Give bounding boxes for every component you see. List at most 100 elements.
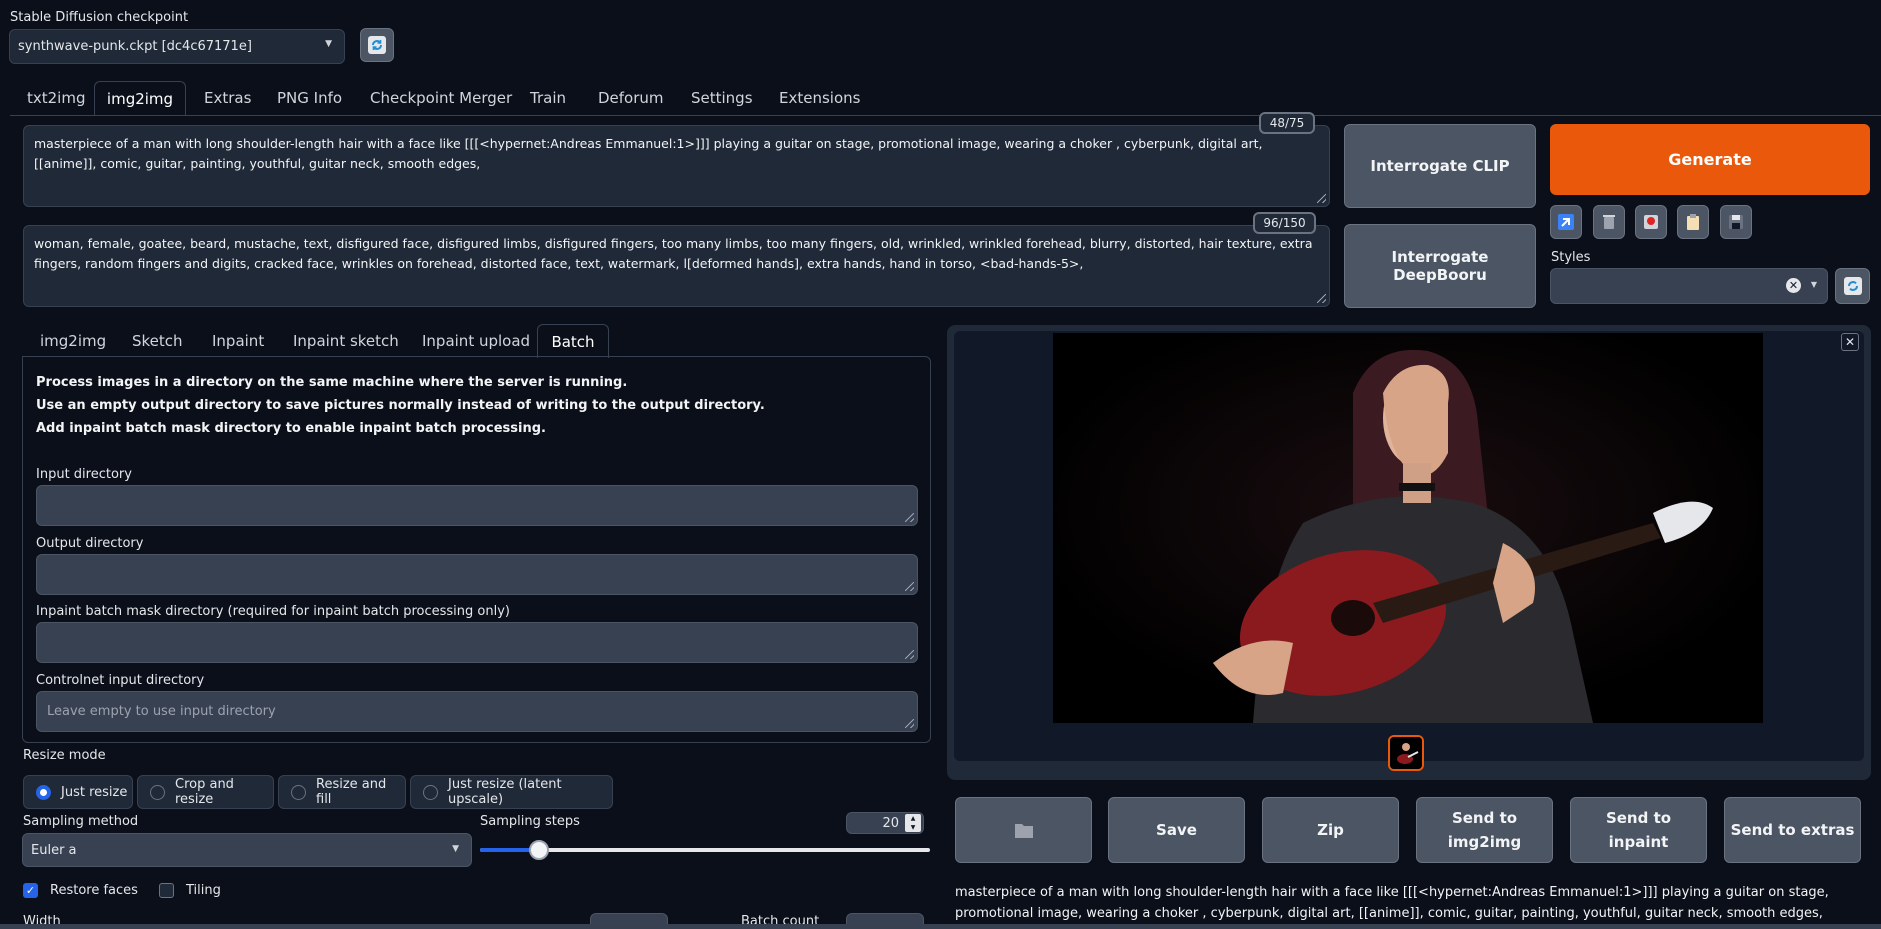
tab-checkpoint-merger[interactable]: Checkpoint Merger <box>370 81 512 115</box>
controlnet-directory-field[interactable]: Leave empty to use input directory <box>36 691 918 732</box>
prompt-textarea[interactable]: masterpiece of a man with long shoulder-… <box>23 125 1330 207</box>
resize-mode-label: Resize mode <box>23 748 106 763</box>
resize-grip-icon[interactable] <box>905 650 914 659</box>
prompt-token-counter: 48/75 <box>1259 112 1315 134</box>
open-folder-button[interactable] <box>955 797 1092 863</box>
sampling-steps-number[interactable]: 20 ▲ ▼ <box>846 812 924 834</box>
radio-crop-and-resize[interactable]: Crop and resize <box>137 775 274 809</box>
tab-inpaint[interactable]: Inpaint <box>212 324 264 358</box>
tab-extras[interactable]: Extras <box>204 81 251 115</box>
refresh-checkpoint-button[interactable] <box>360 28 394 62</box>
send-to-extras-button[interactable]: Send to extras <box>1724 797 1861 863</box>
radio-dot <box>423 784 438 800</box>
negative-token-counter: 96/150 <box>1253 212 1316 234</box>
close-icon[interactable]: ✕ <box>1841 333 1859 351</box>
tab-extensions[interactable]: Extensions <box>779 81 860 115</box>
output-directory-label: Output directory <box>36 536 144 551</box>
tab-inpaint-upload[interactable]: Inpaint upload <box>422 324 530 358</box>
generated-image[interactable] <box>1053 333 1763 723</box>
styles-dropdown[interactable]: ✕ ▼ <box>1550 268 1828 304</box>
radio-dot <box>150 784 165 800</box>
refresh-styles-button[interactable] <box>1835 268 1870 304</box>
styles-label: Styles <box>1551 250 1591 265</box>
input-directory-label: Input directory <box>36 467 132 482</box>
radio-resize-and-fill[interactable]: Resize and fill <box>278 775 406 809</box>
batch-info-line: Add inpaint batch mask directory to enab… <box>36 421 546 436</box>
img2img-subtabbar: img2img Sketch Inpaint Inpaint sketch In… <box>22 324 932 358</box>
restore-faces-label: Restore faces <box>50 883 138 898</box>
stepper-arrows-icon[interactable]: ▲ ▼ <box>905 814 921 832</box>
tiling-checkbox[interactable]: Tiling <box>159 883 221 898</box>
checkpoint-dropdown[interactable]: synthwave-punk.ckpt [dc4c67171e] ▼ <box>9 29 345 64</box>
tabbar-divider <box>10 115 1881 116</box>
gallery-thumbnail[interactable] <box>1388 735 1424 771</box>
checkbox-box <box>159 883 174 898</box>
checkpoint-label: Stable Diffusion checkpoint <box>10 10 189 25</box>
generated-image-art <box>1053 333 1763 723</box>
sampling-method-value: Euler a <box>31 843 77 858</box>
send-to-img2img-button[interactable]: Send to img2img <box>1416 797 1553 863</box>
thumbnail-image <box>1390 737 1422 769</box>
output-directory-field[interactable] <box>36 554 918 595</box>
tab-sketch[interactable]: Sketch <box>132 324 183 358</box>
radio-just-resize-latent[interactable]: Just resize (latent upscale) <box>410 775 613 809</box>
tab-deforum[interactable]: Deforum <box>598 81 664 115</box>
batch-info-line: Use an empty output directory to save pi… <box>36 398 765 413</box>
resize-grip-icon[interactable] <box>905 719 914 728</box>
batch-info-line: Process images in a directory on the sam… <box>36 375 628 390</box>
interrogate-clip-button[interactable]: Interrogate CLIP <box>1344 124 1536 208</box>
restore-faces-checkbox[interactable]: ✓ Restore faces <box>23 883 138 898</box>
apply-style-button[interactable] <box>1677 205 1709 239</box>
negative-prompt-textarea[interactable]: woman, female, goatee, beard, mustache, … <box>23 225 1330 307</box>
controlnet-placeholder: Leave empty to use input directory <box>47 704 276 719</box>
refresh-icon <box>368 36 386 54</box>
extra-networks-icon <box>1644 215 1658 229</box>
slider-thumb[interactable] <box>528 840 549 860</box>
tab-png-info[interactable]: PNG Info <box>277 81 342 115</box>
clear-icon[interactable]: ✕ <box>1786 278 1801 293</box>
zip-button[interactable]: Zip <box>1262 797 1399 863</box>
chevron-down-icon: ▼ <box>325 39 332 49</box>
batch-panel: Process images in a directory on the sam… <box>22 356 931 743</box>
save-button[interactable]: Save <box>1108 797 1245 863</box>
send-to-inpaint-button[interactable]: Send to inpaint <box>1570 797 1707 863</box>
input-directory-field[interactable] <box>36 485 918 526</box>
negative-prompt-text: woman, female, goatee, beard, mustache, … <box>34 236 1313 271</box>
interrogate-deepbooru-button[interactable]: Interrogate DeepBooru <box>1344 224 1536 308</box>
resize-grip-icon[interactable] <box>905 513 914 522</box>
sampling-steps-label: Sampling steps <box>480 814 580 829</box>
checkpoint-value: synthwave-punk.ckpt [dc4c67171e] <box>18 39 252 54</box>
tab-settings[interactable]: Settings <box>691 81 753 115</box>
chevron-down-icon: ▼ <box>452 844 459 854</box>
arrow-icon <box>1558 214 1574 230</box>
save-style-button[interactable] <box>1720 205 1752 239</box>
trash-icon <box>1603 215 1615 229</box>
sampling-method-dropdown[interactable]: Euler a ▼ <box>22 833 472 867</box>
main-tabbar: txt2img img2img Extras PNG Info Checkpoi… <box>0 81 1881 115</box>
tab-img2img-sub[interactable]: img2img <box>40 324 106 358</box>
tab-batch[interactable]: Batch <box>537 324 609 358</box>
radio-dot <box>291 784 306 800</box>
sampling-steps-value: 20 <box>882 815 899 831</box>
radio-just-resize[interactable]: Just resize <box>23 775 133 809</box>
generate-button[interactable]: Generate <box>1550 124 1870 195</box>
resize-grip-icon[interactable] <box>905 582 914 591</box>
radio-label: Just resize (latent upscale) <box>448 777 562 807</box>
page-bottom-bar <box>0 924 1881 929</box>
tab-img2img[interactable]: img2img <box>94 81 186 115</box>
checkmark-icon: ✓ <box>23 883 38 898</box>
sampling-steps-slider[interactable] <box>480 840 930 860</box>
show-extra-networks-button[interactable] <box>1635 205 1667 239</box>
resize-grip-icon[interactable] <box>1317 194 1326 203</box>
tab-txt2img[interactable]: txt2img <box>27 81 85 115</box>
tab-inpaint-sketch[interactable]: Inpaint sketch <box>293 324 399 358</box>
prompt-text: masterpiece of a man with long shoulder-… <box>34 136 1263 171</box>
resize-grip-icon[interactable] <box>1317 294 1326 303</box>
tab-train[interactable]: Train <box>530 81 566 115</box>
paste-params-button[interactable] <box>1550 205 1582 239</box>
clear-prompt-button[interactable] <box>1593 205 1625 239</box>
clipboard-icon <box>1687 214 1699 230</box>
refresh-icon <box>1843 277 1862 295</box>
mask-directory-field[interactable] <box>36 622 918 663</box>
output-caption: masterpiece of a man with long shoulder-… <box>955 885 1829 921</box>
